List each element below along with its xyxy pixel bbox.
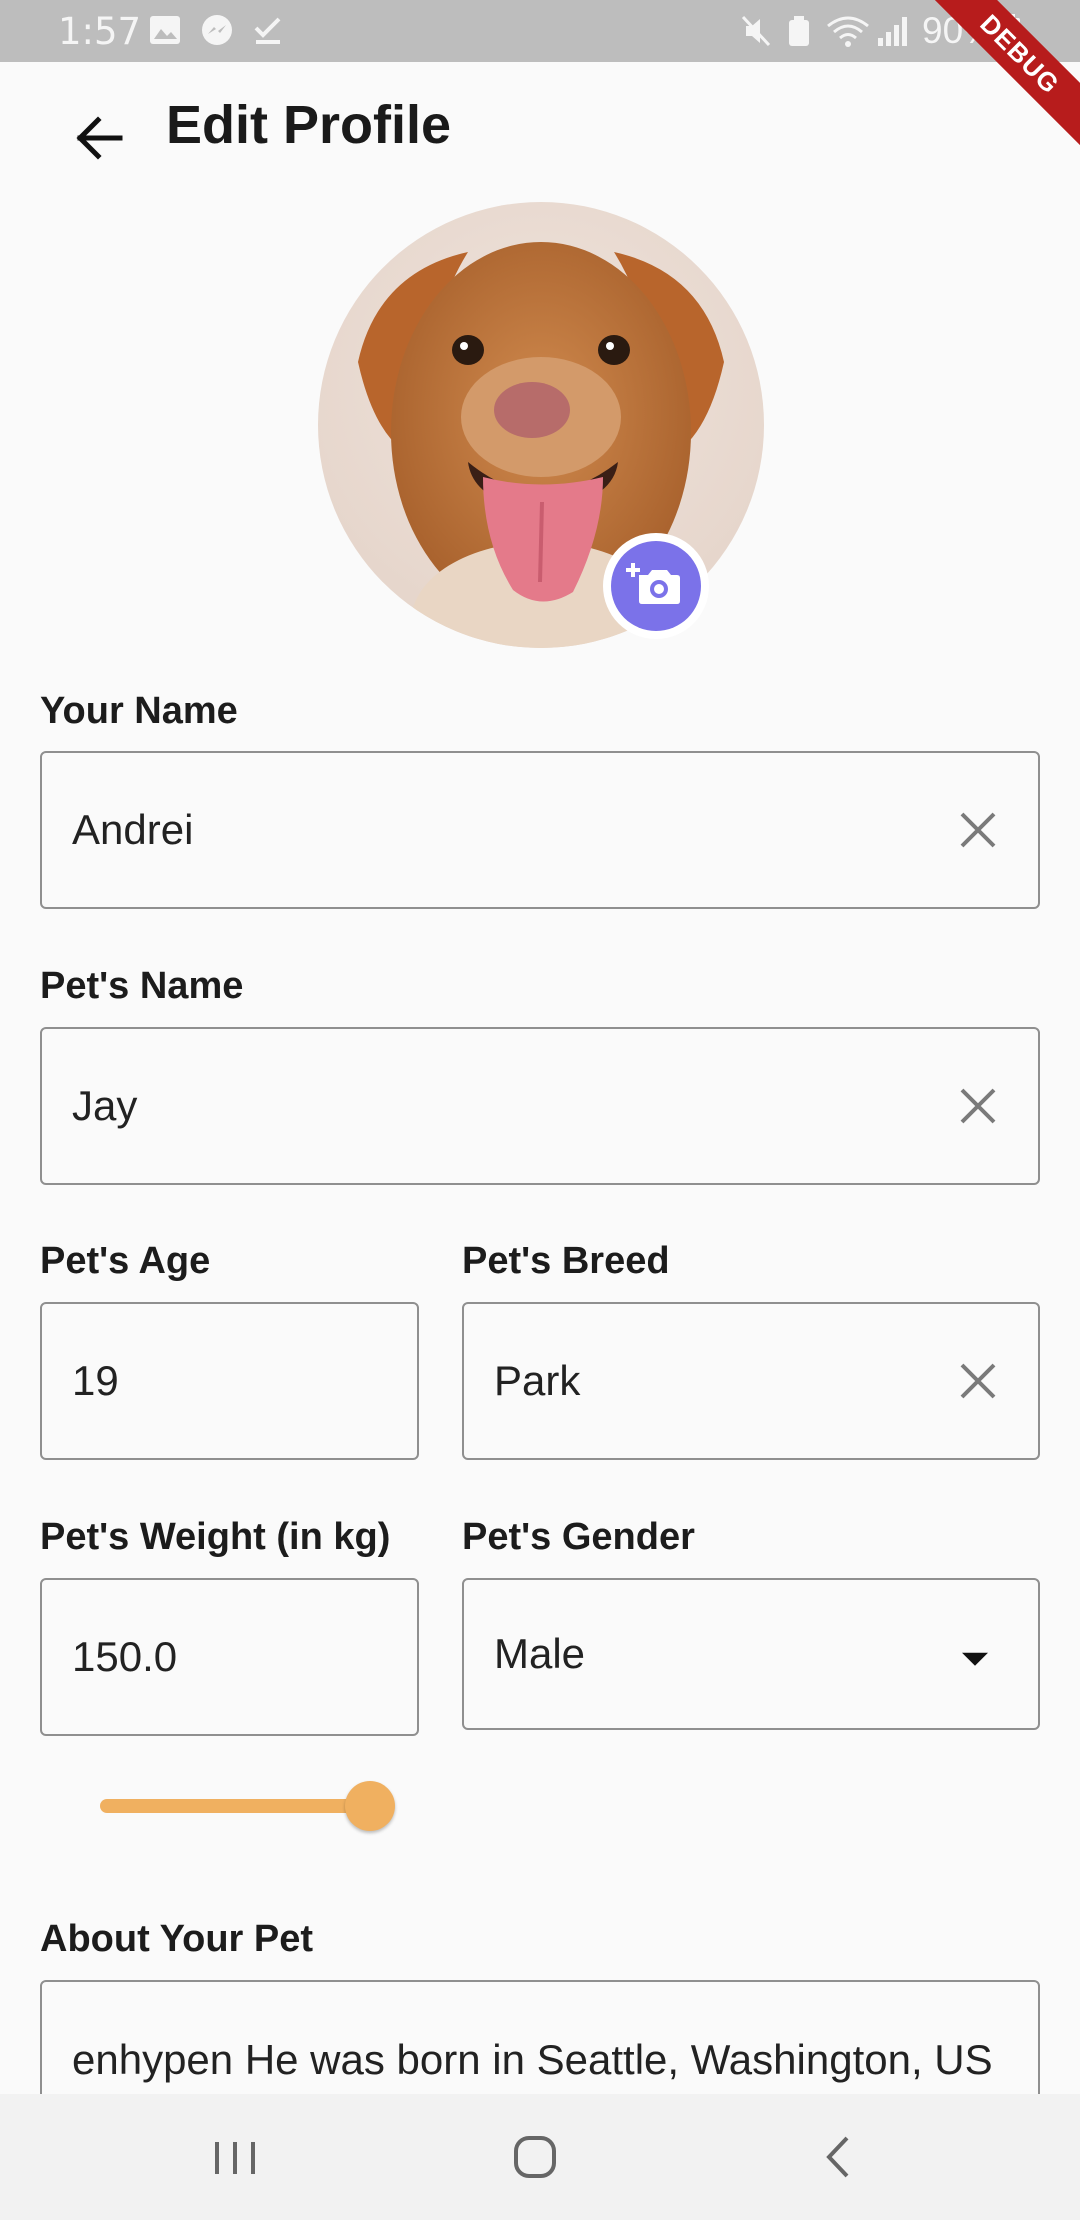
- recycle-icon: [789, 16, 809, 46]
- pet-age-label: Pet's Age: [40, 1240, 211, 1282]
- page-title: Edit Profile: [166, 95, 452, 155]
- change-photo-button[interactable]: [603, 533, 709, 639]
- pet-weight-label: Pet's Weight (in kg): [40, 1516, 391, 1558]
- slider-thumb[interactable]: [345, 1781, 395, 1831]
- status-bar: 1:57 90%: [0, 0, 1080, 62]
- pet-gender-value: Male: [494, 1630, 586, 1677]
- pet-gender-dropdown[interactable]: Male: [462, 1578, 1040, 1730]
- pet-breed-value: Park: [494, 1357, 581, 1404]
- close-icon[interactable]: [956, 1359, 1000, 1403]
- arrow-left-icon: [76, 116, 123, 160]
- mute-icon: [741, 15, 771, 47]
- messenger-icon: [202, 15, 232, 45]
- check-task-icon: [254, 17, 281, 44]
- status-time: 1:57: [58, 10, 142, 53]
- weight-slider[interactable]: [100, 1776, 400, 1836]
- gallery-icon: [150, 16, 180, 44]
- home-icon[interactable]: [500, 2124, 570, 2190]
- your-name-field[interactable]: Andrei: [40, 751, 1040, 909]
- pet-name-value: Jay: [72, 1082, 138, 1129]
- pet-name-field[interactable]: Jay: [40, 1027, 1040, 1185]
- system-nav-bar: [0, 2094, 1080, 2220]
- pet-weight-value: 150.0: [72, 1633, 178, 1680]
- about-pet-label: About Your Pet: [40, 1918, 314, 1960]
- slider-track[interactable]: [100, 1799, 370, 1813]
- caret-down-icon: [962, 1652, 988, 1666]
- back-nav-icon[interactable]: [805, 2124, 875, 2190]
- pet-breed-label: Pet's Breed: [462, 1240, 670, 1282]
- close-icon[interactable]: [956, 1084, 1000, 1128]
- wifi-icon: [827, 16, 869, 47]
- pet-breed-field[interactable]: Park: [462, 1302, 1040, 1460]
- recent-apps-icon[interactable]: [200, 2124, 270, 2190]
- add-photo-icon: [626, 563, 680, 604]
- back-button[interactable]: [60, 98, 140, 178]
- signal-icon: [878, 17, 907, 46]
- pet-weight-field[interactable]: 150.0: [40, 1578, 419, 1736]
- your-name-label: Your Name: [40, 690, 238, 732]
- app-bar: Edit Profile: [0, 62, 1080, 192]
- pet-gender-label: Pet's Gender: [462, 1516, 695, 1558]
- close-icon[interactable]: [956, 808, 1000, 852]
- your-name-value: Andrei: [72, 806, 194, 853]
- pet-age-value: 19: [72, 1357, 119, 1404]
- pet-age-field[interactable]: 19: [40, 1302, 419, 1460]
- pet-name-label: Pet's Name: [40, 965, 244, 1007]
